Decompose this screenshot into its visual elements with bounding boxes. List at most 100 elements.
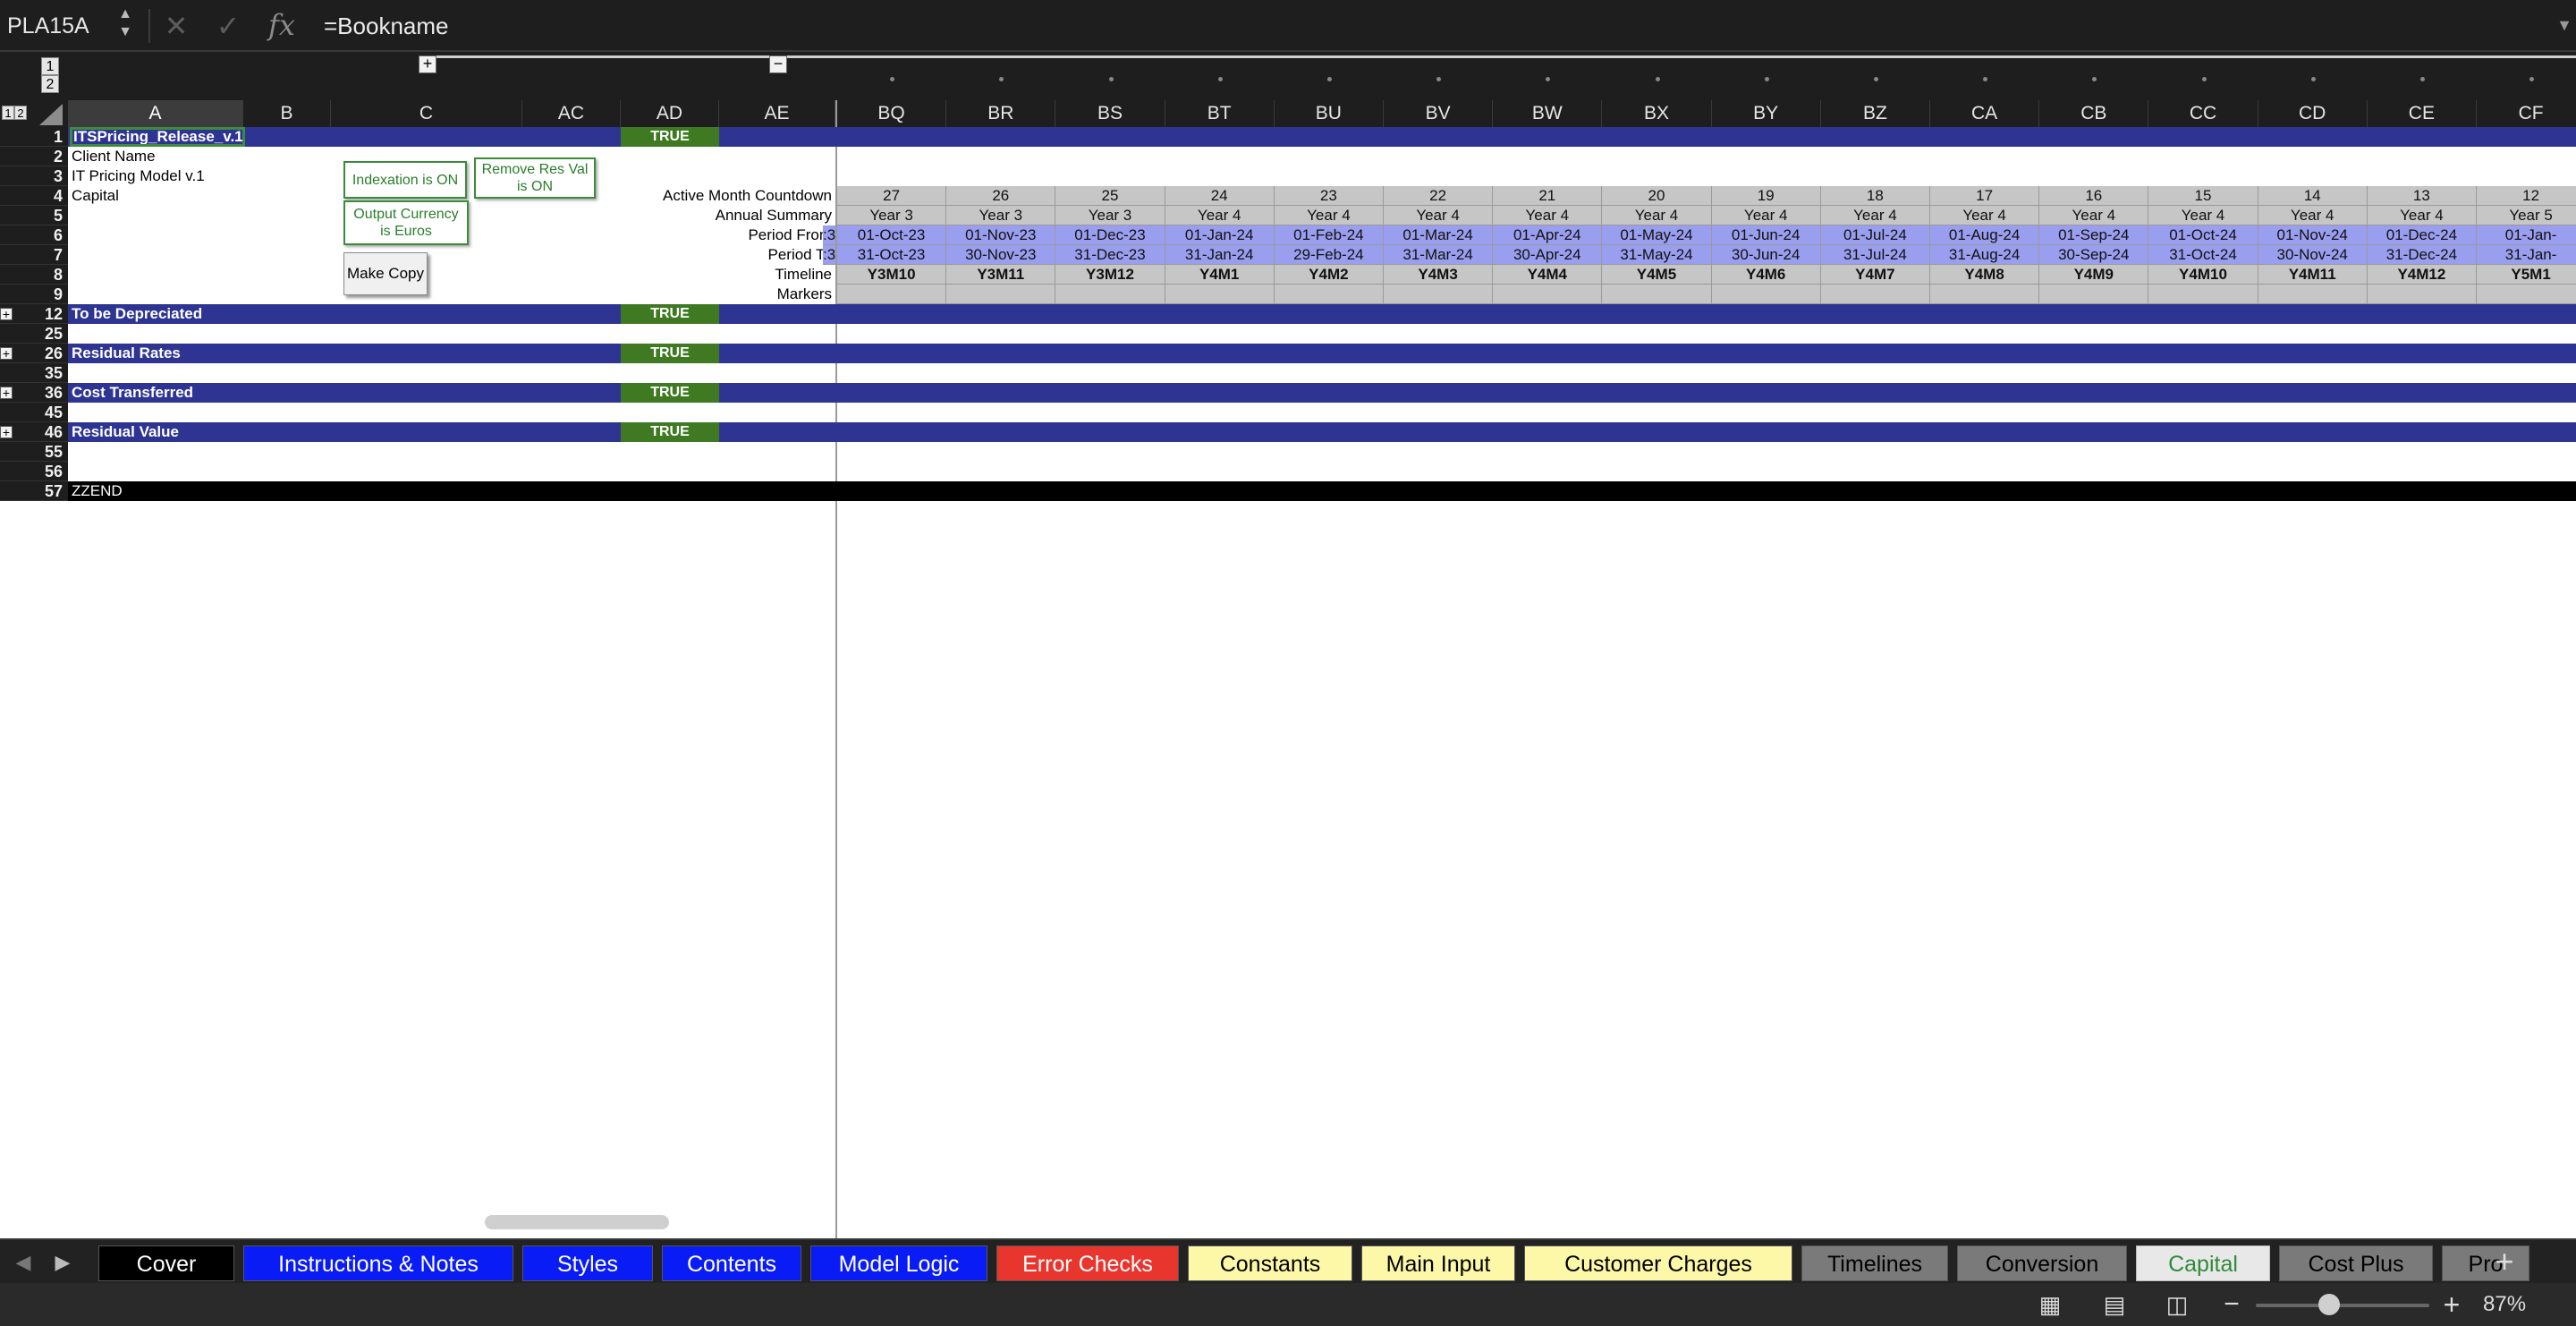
timeline-cell-countdown-br[interactable]: 26 [946, 186, 1056, 206]
timeline-cell-timeline-cf[interactable]: Y5M1 [2477, 265, 2576, 285]
timeline-cell-countdown-bq[interactable]: 27 [837, 186, 947, 206]
timeline-cell-timeline-ca[interactable]: Y4M8 [1930, 265, 2040, 285]
timeline-cell-markers-cf[interactable] [2477, 285, 2576, 304]
timeline-cell-markers-bt[interactable] [1165, 285, 1275, 304]
timeline-cell-period-to-bt[interactable]: 31-Jan-24 [1165, 245, 1275, 265]
timeline-cell-markers-bv[interactable] [1384, 285, 1494, 304]
timeline-cell-period-from-ce[interactable]: 01-Dec-24 [2367, 225, 2477, 245]
timeline-cell-countdown-bv[interactable]: 22 [1384, 186, 1494, 206]
page-break-view-icon[interactable]: ◫ [2161, 1290, 2193, 1319]
sheet-tab-error-checks[interactable]: Error Checks [996, 1245, 1179, 1281]
horizontal-scrollbar-thumb[interactable] [485, 1215, 669, 1229]
name-box-stepper-icon[interactable]: ▲ ▼ [114, 5, 136, 45]
make-copy-button[interactable]: Make Copy [343, 252, 428, 295]
timeline-cell-timeline-cc[interactable]: Y4M10 [2148, 265, 2258, 285]
outline-level-2-button[interactable]: 2 [41, 75, 59, 93]
column-header-by[interactable]: BY [1712, 100, 1821, 127]
column-header-ad[interactable]: AD [621, 100, 719, 127]
timeline-cell-period-from-by[interactable]: 01-Jun-24 [1711, 225, 1821, 245]
timeline-cell-markers-cb[interactable] [2039, 285, 2149, 304]
row-header-35[interactable]: 35 [0, 363, 68, 383]
timeline-cell-period-from-bx[interactable]: 01-May-24 [1602, 225, 1712, 245]
zoom-level[interactable]: 87% [2483, 1287, 2546, 1322]
row-header-57[interactable]: 57 [0, 481, 68, 501]
timeline-cell-markers-bq[interactable] [837, 285, 947, 304]
row-header-55[interactable]: 55 [0, 442, 68, 462]
timeline-cell-annual-by[interactable]: Year 4 [1711, 206, 1821, 225]
timeline-cell-period-to-cd[interactable]: 30-Nov-24 [2258, 245, 2368, 265]
section-band-residual-value[interactable]: Residual Value [68, 422, 2576, 442]
timeline-cell-timeline-cb[interactable]: Y4M9 [2039, 265, 2149, 285]
row-header-25[interactable]: 25 [0, 324, 68, 344]
column-header-ca[interactable]: CA [1930, 100, 2040, 127]
timeline-cell-countdown-cf[interactable]: 12 [2477, 186, 2576, 206]
spreadsheet-grid[interactable]: 1 2 A B C AC AD AE BQ BR BS BT BU BV BW BX BY BZ C… [0, 100, 2576, 1238]
timeline-cell-period-to-bq[interactable]: 31-Oct-23 [837, 245, 947, 265]
timeline-cell-period-to-by[interactable]: 30-Jun-24 [1711, 245, 1821, 265]
indexation-toggle-button[interactable]: Indexation is ON [343, 161, 467, 199]
timeline-cell-countdown-ce[interactable]: 13 [2367, 186, 2477, 206]
timeline-cell-annual-bz[interactable]: Year 4 [1820, 206, 1930, 225]
remove-res-val-toggle-button[interactable]: Remove Res Val is ON [474, 157, 596, 199]
timeline-cell-markers-br[interactable] [946, 285, 1056, 304]
row-outline-level-1-button[interactable]: 1 [2, 106, 14, 120]
timeline-cell-period-to-ca[interactable]: 31-Aug-24 [1930, 245, 2040, 265]
cancel-icon[interactable]: ✕ [163, 9, 190, 43]
outline-level-1-button[interactable]: 1 [41, 57, 59, 75]
timeline-cell-markers-ca[interactable] [1930, 285, 2040, 304]
column-header-ce[interactable]: CE [2368, 100, 2477, 127]
section-band-to-be-depreciated[interactable]: To be Depreciated [68, 304, 2576, 324]
timeline-cell-countdown-by[interactable]: 19 [1711, 186, 1821, 206]
column-header-bs[interactable]: BS [1055, 100, 1165, 127]
section-flag[interactable]: TRUE [621, 383, 719, 403]
timeline-cell-annual-br[interactable]: Year 3 [946, 206, 1056, 225]
timeline-cell-markers-bx[interactable] [1602, 285, 1712, 304]
timeline-cell-period-from-cf[interactable]: 01-Jan- [2477, 225, 2576, 245]
timeline-cell-annual-ce[interactable]: Year 4 [2367, 206, 2477, 225]
timeline-cell-annual-bv[interactable]: Year 4 [1384, 206, 1494, 225]
column-header-br[interactable]: BR [946, 100, 1056, 127]
timeline-cell-period-to-bx[interactable]: 31-May-24 [1602, 245, 1712, 265]
timeline-cell-timeline-bu[interactable]: Y4M2 [1274, 265, 1384, 285]
sheet-tab-model-logic[interactable]: Model Logic [810, 1245, 987, 1281]
column-header-cb[interactable]: CB [2039, 100, 2149, 127]
cell-ae7-fragment[interactable]: :3 [823, 245, 835, 265]
timeline-cell-annual-bt[interactable]: Year 4 [1165, 206, 1275, 225]
timeline-cell-annual-bu[interactable]: Year 4 [1274, 206, 1384, 225]
row-header-9[interactable]: 9 [0, 285, 68, 304]
cell-a2[interactable]: Client Name [72, 147, 242, 166]
timeline-cell-markers-by[interactable] [1711, 285, 1821, 304]
row-header-7[interactable]: 7 [0, 245, 68, 265]
timeline-cell-timeline-br[interactable]: Y3M11 [946, 265, 1056, 285]
row-header-45[interactable]: 45 [0, 403, 68, 422]
timeline-cell-countdown-cc[interactable]: 15 [2148, 186, 2258, 206]
timeline-cell-countdown-bt[interactable]: 24 [1165, 186, 1275, 206]
timeline-cell-timeline-bq[interactable]: Y3M10 [837, 265, 947, 285]
cell-ad1[interactable]: TRUE [621, 127, 719, 147]
expand-group-icon[interactable]: + [419, 55, 436, 73]
cell-a4[interactable]: Capital [72, 186, 242, 206]
timeline-cell-annual-bs[interactable]: Year 3 [1055, 206, 1165, 225]
add-sheet-icon[interactable]: + [2487, 1240, 2522, 1285]
timeline-cell-period-to-cc[interactable]: 31-Oct-24 [2148, 245, 2258, 265]
column-header-cf[interactable]: CF [2477, 100, 2576, 127]
row-header-3[interactable]: 3 [0, 166, 68, 186]
cell-a3[interactable]: IT Pricing Model v.1 [72, 166, 242, 186]
expand-row-group-icon[interactable]: + [0, 347, 13, 360]
timeline-cell-markers-bu[interactable] [1274, 285, 1384, 304]
timeline-cell-period-to-ce[interactable]: 31-Dec-24 [2367, 245, 2477, 265]
expand-row-group-icon[interactable]: + [0, 426, 13, 438]
timeline-cell-timeline-cd[interactable]: Y4M11 [2258, 265, 2368, 285]
timeline-cell-timeline-bz[interactable]: Y4M7 [1820, 265, 1930, 285]
column-header-bw[interactable]: BW [1493, 100, 1603, 127]
timeline-cell-markers-bw[interactable] [1493, 285, 1603, 304]
timeline-cell-markers-cc[interactable] [2148, 285, 2258, 304]
timeline-cell-annual-cb[interactable]: Year 4 [2039, 206, 2149, 225]
column-header-bx[interactable]: BX [1602, 100, 1712, 127]
tab-scroll-left-icon[interactable]: ◀ [7, 1240, 39, 1285]
timeline-cell-countdown-cd[interactable]: 14 [2258, 186, 2368, 206]
timeline-cell-period-to-bv[interactable]: 31-Mar-24 [1384, 245, 1494, 265]
timeline-cell-markers-ce[interactable] [2367, 285, 2477, 304]
timeline-cell-timeline-bs[interactable]: Y3M12 [1055, 265, 1165, 285]
zoom-out-icon[interactable]: − [2218, 1287, 2245, 1322]
